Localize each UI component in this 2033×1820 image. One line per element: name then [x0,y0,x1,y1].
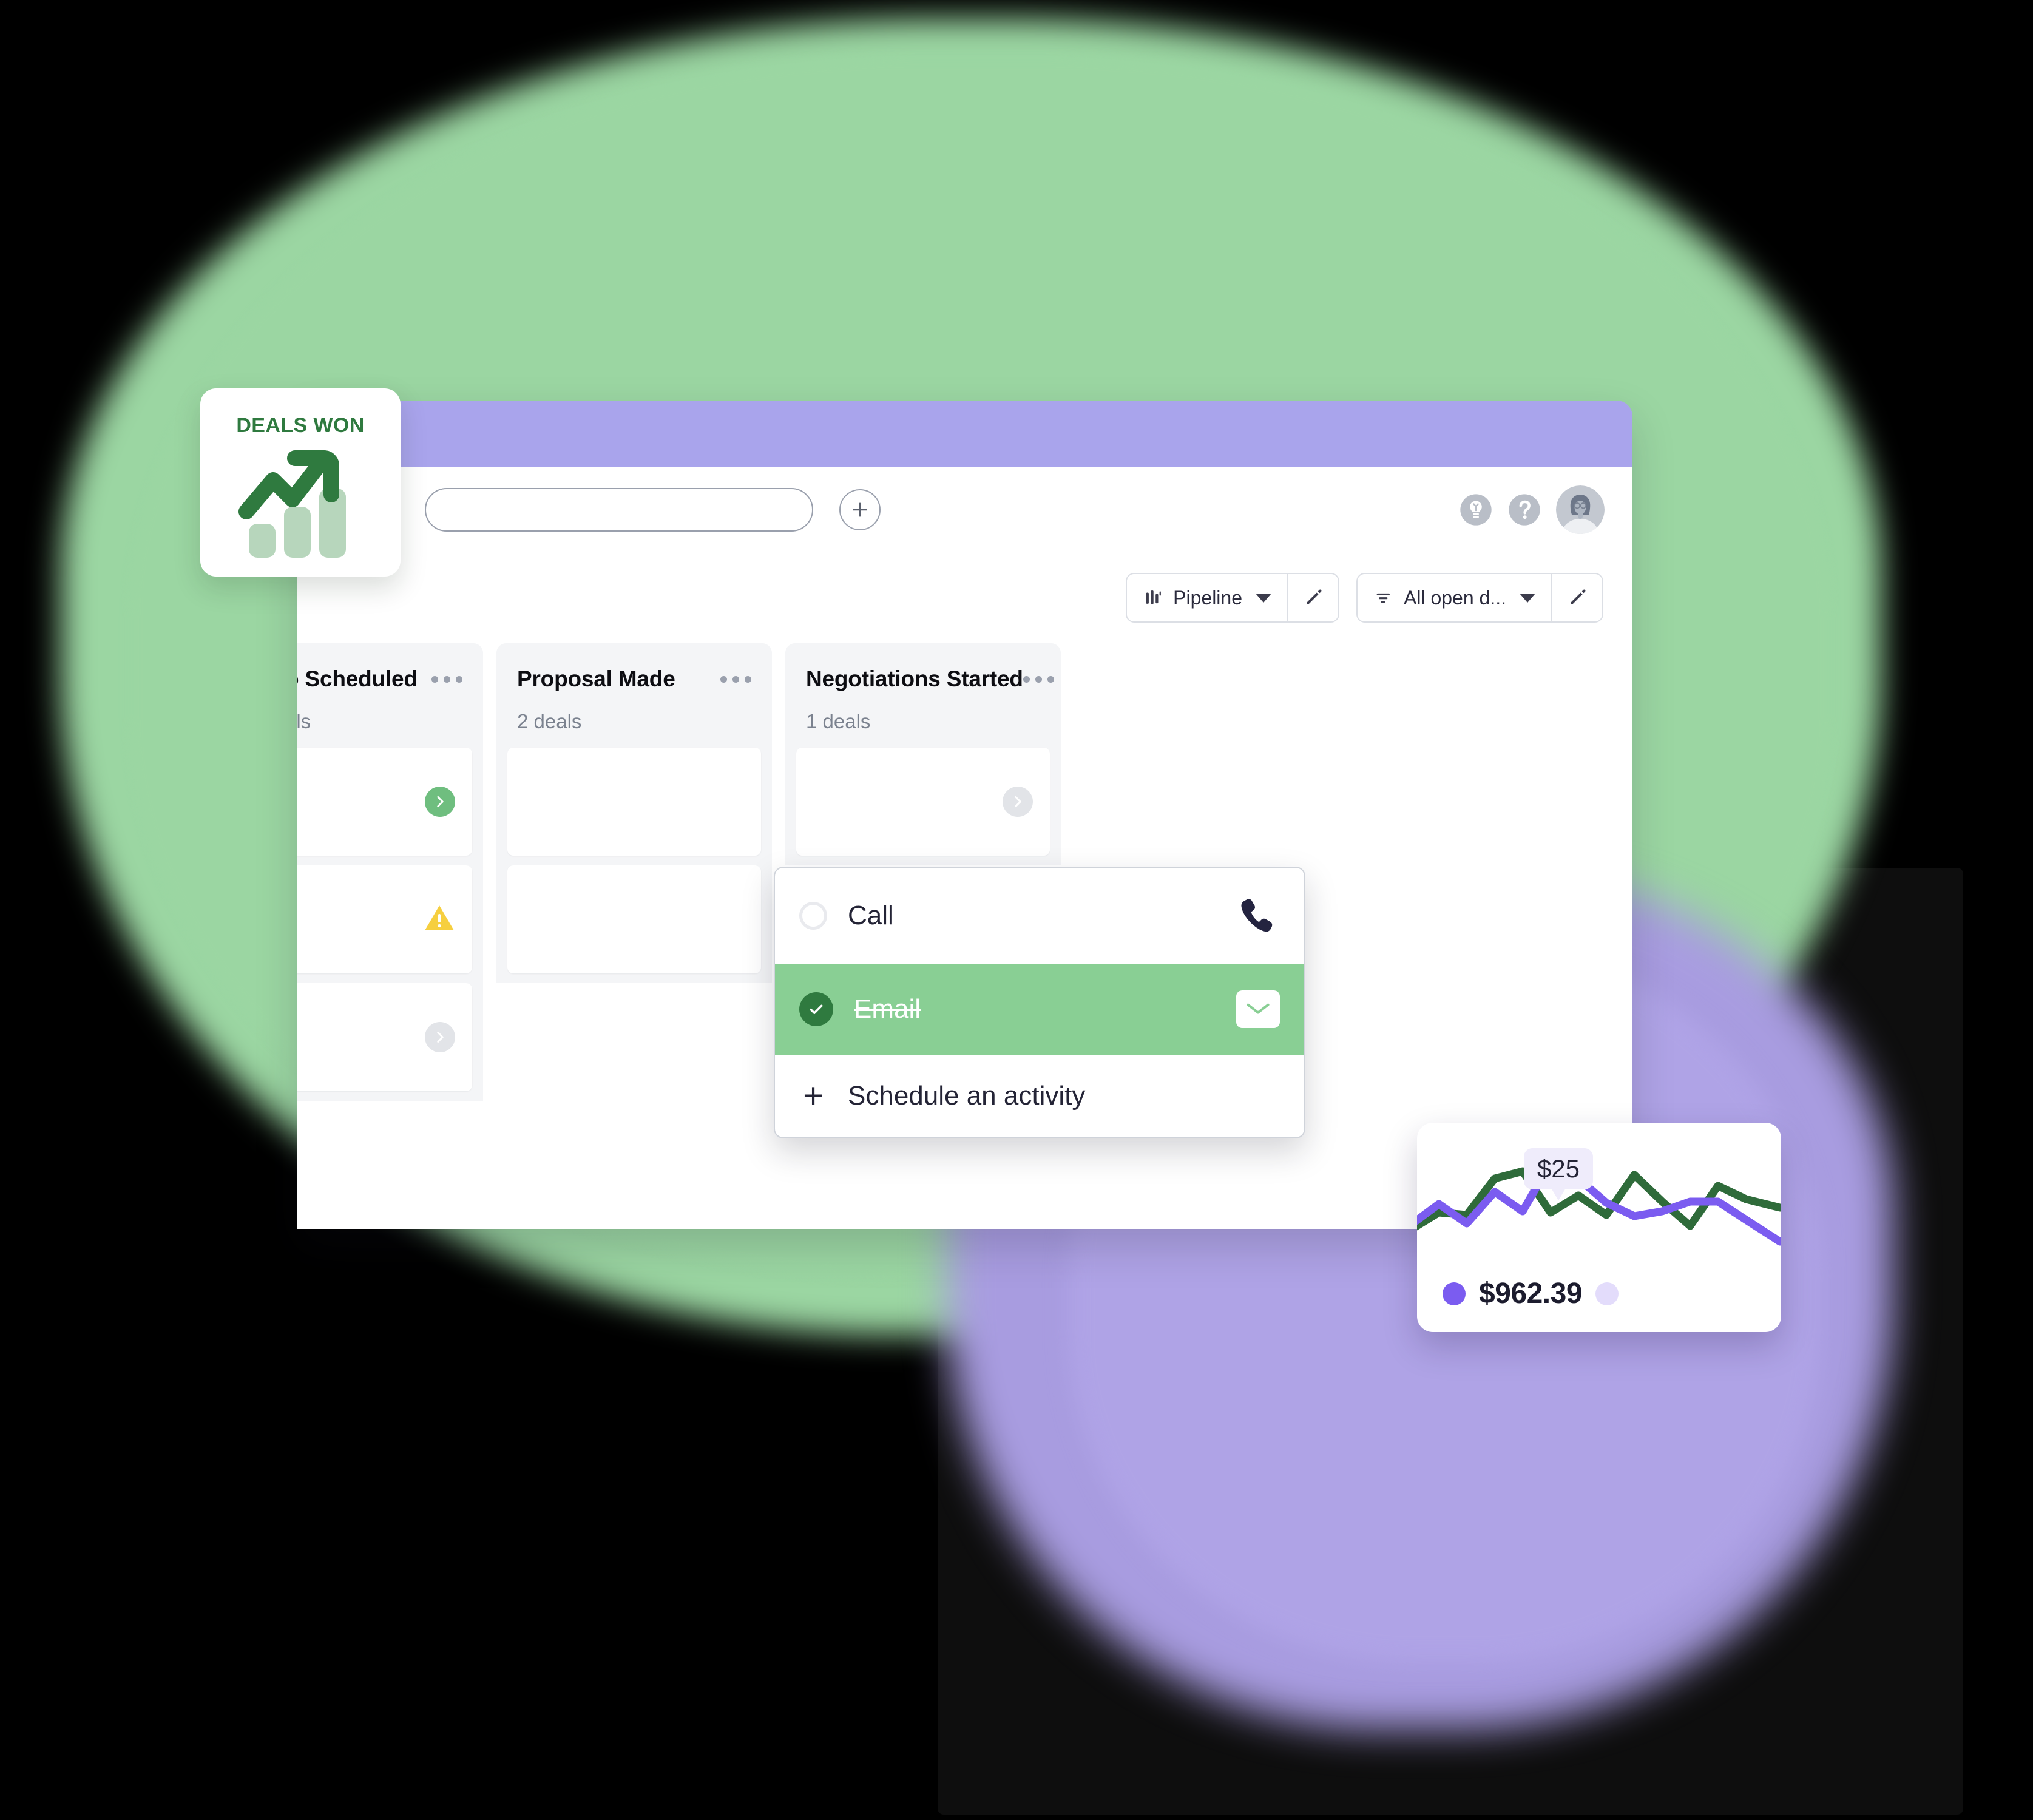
deal-card[interactable] [507,865,761,973]
warning-triangle-icon [425,905,454,930]
header-actions [1459,485,1605,534]
deal-card[interactable] [297,983,472,1091]
deal-status [425,1022,455,1052]
pencil-icon [1306,589,1322,605]
chevron-right-grey-icon [425,1022,455,1052]
activity-menu: Call Email + Schedule an activity [774,867,1305,1138]
chevron-down-icon [1520,593,1535,603]
column-cards [297,733,483,1091]
plus-icon: + [803,1075,824,1115]
filter-icon [1376,593,1390,603]
column-header: Negotiations Started 1 deals [785,643,1061,733]
legend-value: $962.39 [1479,1277,1583,1310]
column-deal-count: als [297,710,311,732]
lightbulb-icon[interactable] [1459,493,1493,527]
activity-menu-item-email[interactable]: Email [775,964,1304,1055]
activity-label: Email [854,994,921,1024]
edit-pipeline-button[interactable] [1288,574,1338,621]
filter-selector-group: All open d... [1356,573,1603,623]
activity-menu-item-schedule[interactable]: + Schedule an activity [775,1055,1304,1137]
filter-label: All open d... [1404,586,1506,609]
window-title-bar [297,401,1632,467]
chevron-right-grey-icon [1003,787,1033,817]
pencil-icon [1570,589,1586,605]
deal-status [1003,787,1033,817]
radio-unchecked-icon[interactable] [799,902,827,930]
board-toolbar: Pipeline All open d... [297,552,1632,643]
avatar[interactable] [1556,485,1605,534]
column-cards [785,733,1061,856]
pipeline-selector-group: Pipeline [1126,573,1339,623]
column-title: Negotiations Started [806,666,1023,691]
legend-dot-secondary [1595,1282,1619,1305]
deals-won-card: DEALS WON [200,388,401,577]
filter-select[interactable]: All open d... [1358,574,1551,621]
deal-card[interactable] [297,748,472,856]
pipeline-label: Pipeline [1173,586,1242,609]
chevron-right-green-icon [425,787,455,817]
more-options-icon[interactable] [431,666,462,683]
column-cards [496,733,772,973]
search-field[interactable] [425,488,813,532]
chevron-down-icon [1256,593,1271,603]
deal-card[interactable] [297,865,472,973]
deal-card[interactable] [507,748,761,856]
app-header [297,467,1632,552]
activity-label: Schedule an activity [848,1081,1086,1111]
column-title: o Scheduled [297,666,418,691]
pipeline-select[interactable]: Pipeline [1127,574,1287,621]
deals-won-title: DEALS WON [236,414,365,437]
revenue-chart-card: $25 $962.39 [1417,1123,1781,1332]
more-options-icon[interactable] [1023,666,1054,683]
column-deal-count: 2 deals [517,710,582,732]
trending-up-bars-icon [238,450,346,558]
activity-menu-item-call[interactable]: Call [775,868,1304,964]
more-options-icon[interactable] [720,666,751,683]
add-button[interactable] [839,489,881,530]
edit-filter-button[interactable] [1552,574,1602,621]
board-column-proposal-made: Proposal Made 2 deals [496,643,772,983]
column-title: Proposal Made [517,666,675,691]
phone-icon [1241,899,1273,932]
help-icon[interactable] [1507,493,1541,527]
column-deal-count: 1 deals [806,710,871,732]
legend-dot-primary [1443,1282,1466,1305]
board-column-demo-scheduled: o Scheduled als [297,643,483,1101]
scene-stage: Pipeline All open d... o Scheduled ls Pr… [0,0,2033,1820]
chart-legend: $962.39 [1443,1277,1619,1310]
plus-icon [853,502,867,517]
envelope-icon [1236,990,1280,1028]
tooltip-value: $25 [1537,1154,1580,1183]
deal-card[interactable] [796,748,1050,856]
radio-checked-icon[interactable] [799,992,833,1026]
pipeline-bars-icon [1146,590,1162,604]
deal-status [425,787,455,817]
search-input[interactable] [426,489,812,530]
activity-label: Call [848,901,894,930]
board-column-negotiations-started: Negotiations Started 1 deals [785,643,1061,865]
deal-status [424,904,455,936]
column-header: o Scheduled als [297,643,483,733]
column-header: Proposal Made 2 deals [496,643,772,733]
